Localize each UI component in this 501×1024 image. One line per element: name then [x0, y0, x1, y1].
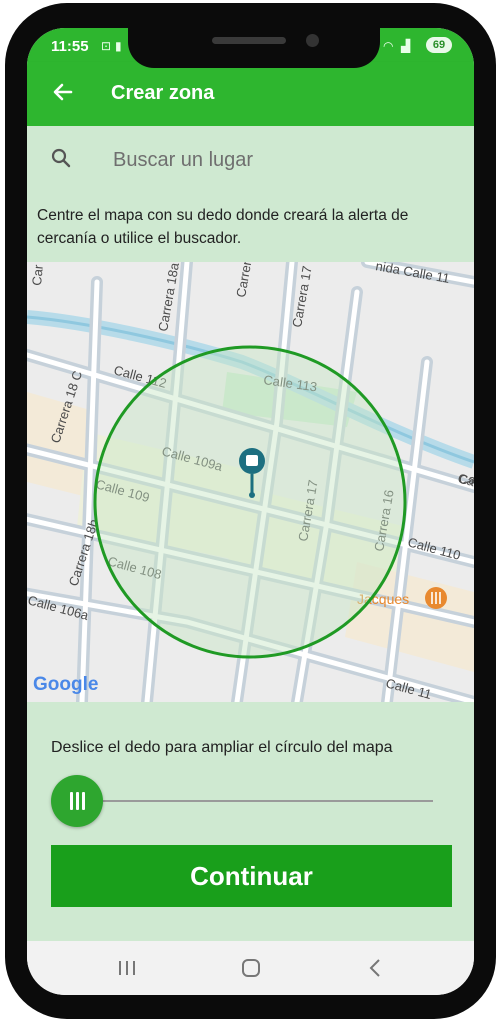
google-logo: Google [33, 674, 98, 695]
grip-line [70, 792, 73, 810]
signal-icon: ▟ [401, 39, 411, 53]
speaker [212, 37, 286, 44]
main-content: Centre el mapa con su dedo donde creará … [27, 126, 474, 941]
map-label: Calle 110 [406, 534, 462, 562]
map-label: Car [29, 263, 46, 286]
system-nav-bar [27, 941, 474, 995]
home-icon[interactable] [231, 953, 271, 983]
app-bar: Crear zona [27, 62, 474, 126]
page-title: Crear zona [111, 82, 215, 104]
map-label: Ca [459, 472, 474, 487]
restaurant-icon[interactable] [425, 587, 447, 609]
recent-apps-icon[interactable] [107, 953, 147, 983]
camera-notch [128, 26, 380, 68]
notification-icon: ▮ [115, 39, 122, 53]
grip-line [76, 792, 79, 810]
back-button[interactable] [47, 76, 79, 108]
continue-button[interactable]: Continuar [51, 845, 452, 907]
search-bar [27, 126, 474, 192]
arrow-back-icon [53, 83, 73, 101]
screen: 11:55 ⊡ ▮ ◠ ▟ 69 Crear zona Centre el ma… [27, 28, 474, 995]
slider-track[interactable] [103, 800, 433, 802]
search-icon [51, 148, 71, 168]
slider-instruction: Deslice el dedo para ampliar el círculo … [51, 739, 393, 756]
battery-indicator: 69 [426, 37, 452, 53]
map-label: nida Calle 11 [374, 262, 450, 286]
slider-thumb[interactable] [51, 775, 103, 827]
status-time: 11:55 [51, 38, 89, 55]
front-camera [306, 34, 319, 47]
grip-line [82, 792, 85, 810]
instructions-text: Centre el mapa con su dedo donde creará … [37, 207, 409, 247]
map-canvas: Calle 112 Calle 113 Calle 109a Calle 109… [27, 262, 474, 702]
back-nav-icon[interactable] [355, 953, 395, 983]
map-view[interactable]: Calle 112 Calle 113 Calle 109a Calle 109… [27, 262, 474, 702]
search-input[interactable] [111, 144, 435, 176]
screenshot-icon: ⊡ [101, 39, 112, 53]
zone-circle [93, 345, 407, 659]
wifi-icon: ◠ [383, 39, 394, 53]
map-label: Carrera 17 [233, 262, 259, 299]
